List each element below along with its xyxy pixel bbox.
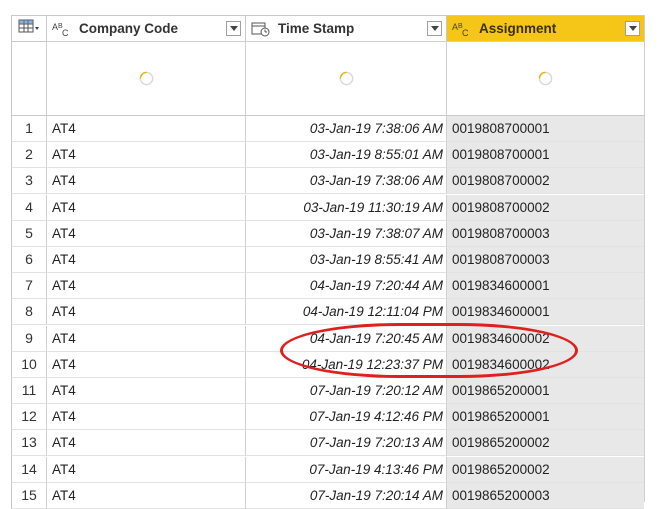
row-number[interactable]: 14 [11, 457, 46, 483]
row-number[interactable]: 6 [11, 247, 46, 273]
row-number[interactable]: 9 [11, 326, 46, 352]
filter-dropdown-button[interactable] [226, 21, 241, 36]
cell-assignment[interactable]: 0019834600002 [446, 326, 644, 352]
row-number[interactable]: 2 [11, 142, 46, 168]
column-header-assignment[interactable]: ABC Assignment [446, 15, 644, 42]
column-quality-blank [11, 42, 46, 116]
cell-assignment[interactable]: 0019865200001 [446, 404, 644, 430]
cell-company-code[interactable]: AT4 [46, 430, 245, 456]
datetime-type-icon[interactable] [250, 21, 272, 37]
loading-spinner-icon [538, 71, 553, 86]
cell-company-code[interactable]: AT4 [46, 221, 245, 247]
loading-spinner-icon [139, 71, 153, 86]
column-label: Time Stamp [278, 21, 355, 36]
cell-company-code[interactable]: AT4 [46, 116, 245, 142]
cell-assignment[interactable]: 0019808700001 [446, 116, 644, 142]
cell-company-code[interactable]: AT4 [46, 352, 245, 378]
row-number[interactable]: 4 [11, 195, 46, 221]
cell-assignment[interactable]: 0019865200003 [446, 483, 644, 509]
row-number[interactable]: 10 [11, 352, 46, 378]
loading-spinner-icon [339, 71, 353, 86]
cell-time-stamp[interactable]: 07-Jan-19 4:13:46 PM [245, 457, 446, 483]
svg-text:C: C [62, 28, 69, 37]
table-icon [18, 19, 40, 38]
row-number[interactable]: 15 [11, 483, 46, 509]
row-number[interactable]: 8 [11, 299, 46, 325]
cell-time-stamp[interactable]: 07-Jan-19 7:20:12 AM [245, 378, 446, 404]
column-label: Assignment [479, 21, 557, 36]
row-number[interactable]: 12 [11, 404, 46, 430]
row-number[interactable]: 5 [11, 221, 46, 247]
cell-company-code[interactable]: AT4 [46, 195, 245, 221]
row-number[interactable]: 3 [11, 168, 46, 194]
cell-company-code[interactable]: AT4 [46, 378, 245, 404]
cell-time-stamp[interactable]: 03-Jan-19 7:38:07 AM [245, 221, 446, 247]
cell-time-stamp[interactable]: 03-Jan-19 7:38:06 AM [245, 116, 446, 142]
cell-time-stamp[interactable]: 04-Jan-19 12:23:37 PM [245, 352, 446, 378]
cell-company-code[interactable]: AT4 [46, 168, 245, 194]
text-type-icon[interactable]: ABC [51, 21, 73, 37]
cell-assignment[interactable]: 0019865200001 [446, 378, 644, 404]
cell-time-stamp[interactable]: 04-Jan-19 12:11:04 PM [245, 299, 446, 325]
filter-dropdown-button[interactable] [625, 21, 640, 36]
column-header-company-code[interactable]: ABC Company Code [46, 15, 245, 42]
cell-assignment[interactable]: 0019808700003 [446, 247, 644, 273]
cell-company-code[interactable]: AT4 [46, 299, 245, 325]
column-header-time-stamp[interactable]: Time Stamp [245, 15, 446, 42]
filter-dropdown-button[interactable] [427, 21, 442, 36]
cell-company-code[interactable]: AT4 [46, 326, 245, 352]
cell-company-code[interactable]: AT4 [46, 273, 245, 299]
text-type-icon[interactable]: ABC [451, 21, 473, 37]
column-quality-assignment [446, 42, 644, 116]
cell-assignment[interactable]: 0019834600002 [446, 352, 644, 378]
cell-time-stamp[interactable]: 03-Jan-19 8:55:01 AM [245, 142, 446, 168]
cell-assignment[interactable]: 0019808700003 [446, 221, 644, 247]
cell-assignment[interactable]: 0019865200002 [446, 430, 644, 456]
grid-right-border [644, 15, 645, 502]
cell-time-stamp[interactable]: 03-Jan-19 11:30:19 AM [245, 195, 446, 221]
cell-assignment[interactable]: 0019834600001 [446, 273, 644, 299]
cell-assignment[interactable]: 0019808700002 [446, 168, 644, 194]
cell-time-stamp[interactable]: 07-Jan-19 7:20:13 AM [245, 430, 446, 456]
cell-time-stamp[interactable]: 07-Jan-19 4:12:46 PM [245, 404, 446, 430]
svg-text:C: C [462, 28, 469, 37]
cell-company-code[interactable]: AT4 [46, 483, 245, 509]
cell-time-stamp[interactable]: 03-Jan-19 8:55:41 AM [245, 247, 446, 273]
cell-time-stamp[interactable]: 07-Jan-19 7:20:14 AM [245, 483, 446, 509]
table-menu-button[interactable] [11, 15, 46, 42]
cell-company-code[interactable]: AT4 [46, 142, 245, 168]
column-quality-time-stamp [245, 42, 446, 116]
row-number[interactable]: 13 [11, 430, 46, 456]
column-label: Company Code [79, 21, 179, 36]
column-quality-company-code [46, 42, 245, 116]
cell-assignment[interactable]: 0019834600001 [446, 299, 644, 325]
cell-assignment[interactable]: 0019808700002 [446, 195, 644, 221]
cell-company-code[interactable]: AT4 [46, 457, 245, 483]
row-number[interactable]: 7 [11, 273, 46, 299]
cell-company-code[interactable]: AT4 [46, 404, 245, 430]
cell-time-stamp[interactable]: 04-Jan-19 7:20:44 AM [245, 273, 446, 299]
cell-time-stamp[interactable]: 03-Jan-19 7:38:06 AM [245, 168, 446, 194]
cell-assignment[interactable]: 0019865200002 [446, 457, 644, 483]
cell-company-code[interactable]: AT4 [46, 247, 245, 273]
cell-assignment[interactable]: 0019808700001 [446, 142, 644, 168]
row-number[interactable]: 1 [11, 116, 46, 142]
row-number[interactable]: 11 [11, 378, 46, 404]
cell-time-stamp[interactable]: 04-Jan-19 7:20:45 AM [245, 326, 446, 352]
